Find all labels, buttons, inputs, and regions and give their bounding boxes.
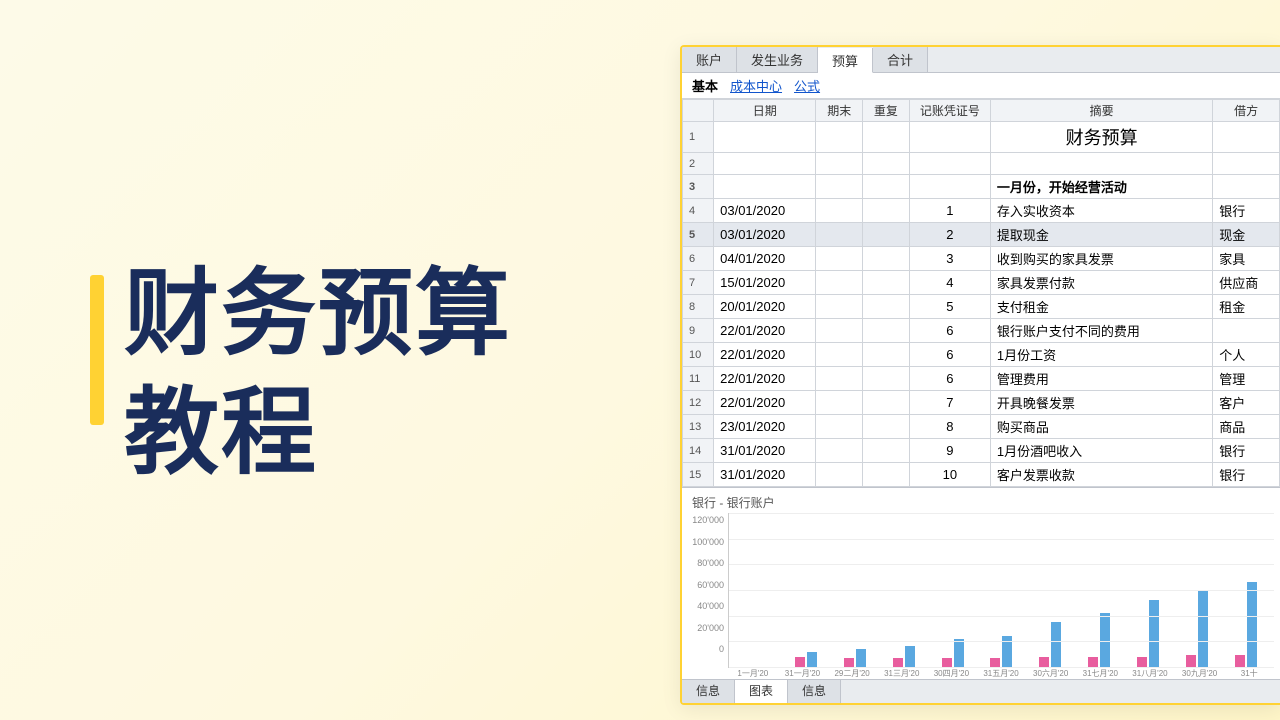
chart-title: 银行 - 银行账户	[688, 492, 1274, 513]
bar-A-4[interactable]	[942, 658, 952, 667]
col-date[interactable]: 日期	[714, 100, 816, 122]
grid-data-row-12[interactable]: 1222/01/20207开具晚餐发票客户	[683, 391, 1280, 415]
bar-A-5[interactable]	[990, 658, 1000, 667]
title-line-2: 教程	[124, 374, 512, 493]
bottom-tab-bar: 信息图表信息	[682, 679, 1280, 703]
bar-A-7[interactable]	[1088, 657, 1098, 667]
bar-B-2[interactable]	[856, 649, 866, 667]
grid-header-row: 日期 期末 重复 记账凭证号 摘要 借方	[683, 100, 1280, 122]
bar-A-10[interactable]	[1235, 655, 1245, 667]
bar-B-9[interactable]	[1198, 590, 1208, 667]
top-tab-0[interactable]: 账户	[682, 47, 737, 72]
chart-plot[interactable]	[728, 513, 1274, 668]
rownum-header	[683, 100, 714, 122]
accent-bar	[90, 275, 104, 425]
bar-B-6[interactable]	[1051, 622, 1061, 667]
sub-tab-0[interactable]: 基本	[692, 76, 718, 95]
app-window: 账户发生业务预算合计 基本成本中心公式 日期 期末 重复 记账凭证号 摘要 借方…	[680, 45, 1280, 705]
sub-tab-1[interactable]: 成本中心	[730, 76, 782, 95]
budget-grid[interactable]: 日期 期末 重复 记账凭证号 摘要 借方 1财务预算23一月份，开始经营活动40…	[682, 99, 1280, 487]
bar-B-10[interactable]	[1247, 582, 1257, 667]
bar-B-3[interactable]	[905, 646, 915, 667]
bottom-tab-1[interactable]: 图表	[735, 680, 788, 703]
grid-data-row-5[interactable]: 503/01/20202提取现金现金	[683, 223, 1280, 247]
grid-data-row-9[interactable]: 922/01/20206银行账户支付不同的费用	[683, 319, 1280, 343]
page-title-block: 财务预算 教程	[90, 255, 512, 493]
chart-y-axis: 120'000100'00080'00060'00040'00020'0000	[688, 513, 728, 668]
grid-section-row[interactable]: 3一月份，开始经营活动	[683, 175, 1280, 199]
grid-data-row-15[interactable]: 1531/01/202010客户发票收款银行	[683, 463, 1280, 487]
top-tab-1[interactable]: 发生业务	[737, 47, 818, 72]
grid-data-row-10[interactable]: 1022/01/202061月份工资个人	[683, 343, 1280, 367]
grid-data-row-13[interactable]: 1323/01/20208购买商品商品	[683, 415, 1280, 439]
bottom-tab-2[interactable]: 信息	[788, 680, 841, 703]
bar-A-6[interactable]	[1039, 657, 1049, 667]
bar-A-1[interactable]	[795, 657, 805, 667]
chart-pane: 银行 - 银行账户 120'000100'00080'00060'00040'0…	[682, 487, 1280, 679]
bar-B-4[interactable]	[954, 639, 964, 667]
grid-data-row-6[interactable]: 604/01/20203收到购买的家具发票家具	[683, 247, 1280, 271]
bar-B-7[interactable]	[1100, 613, 1110, 667]
top-tab-3[interactable]: 合计	[873, 47, 928, 72]
bar-A-9[interactable]	[1186, 655, 1196, 667]
page-title: 财务预算 教程	[124, 255, 512, 493]
sub-tab-2[interactable]: 公式	[794, 76, 820, 95]
top-tab-2[interactable]: 预算	[818, 48, 873, 73]
grid-data-row-14[interactable]: 1431/01/202091月份酒吧收入银行	[683, 439, 1280, 463]
top-tab-bar: 账户发生业务预算合计	[682, 47, 1280, 73]
title-line-1: 财务预算	[124, 255, 512, 374]
bar-A-3[interactable]	[893, 658, 903, 667]
grid-data-row-7[interactable]: 715/01/20204家具发票付款供应商	[683, 271, 1280, 295]
col-repeat[interactable]: 重复	[863, 100, 910, 122]
col-summary[interactable]: 摘要	[990, 100, 1212, 122]
bar-B-1[interactable]	[807, 652, 817, 667]
grid-empty-row[interactable]: 2	[683, 153, 1280, 175]
col-debit[interactable]: 借方	[1213, 100, 1280, 122]
sub-tab-bar: 基本成本中心公式	[682, 73, 1280, 99]
col-period[interactable]: 期末	[816, 100, 863, 122]
col-doc[interactable]: 记账凭证号	[909, 100, 990, 122]
grid-data-row-8[interactable]: 820/01/20205支付租金租金	[683, 295, 1280, 319]
bar-A-2[interactable]	[844, 658, 854, 667]
bottom-tab-0[interactable]: 信息	[682, 680, 735, 703]
grid-data-row-4[interactable]: 403/01/20201存入实收资本银行	[683, 199, 1280, 223]
grid-data-row-11[interactable]: 1122/01/20206管理费用管理	[683, 367, 1280, 391]
bar-B-8[interactable]	[1149, 600, 1159, 667]
bar-A-8[interactable]	[1137, 657, 1147, 667]
grid-title-row[interactable]: 1财务预算	[683, 122, 1280, 153]
chart-area[interactable]: 120'000100'00080'00060'00040'00020'0000	[688, 513, 1274, 668]
chart-x-axis: 1一月'2031一月'2029二月'2031三月'2030四月'2031五月'2…	[688, 668, 1274, 679]
